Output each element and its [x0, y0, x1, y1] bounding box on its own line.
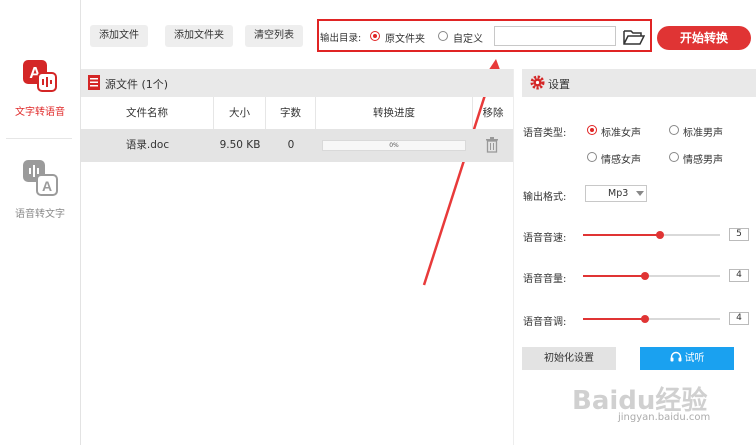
source-files-title: 源文件 (1个): [105, 78, 169, 91]
folder-open-icon[interactable]: [623, 28, 646, 49]
chevron-down-icon: [636, 191, 644, 196]
pitch-value[interactable]: 4: [729, 312, 749, 325]
document-icon: [88, 75, 100, 90]
pitch-slider-thumb[interactable]: [641, 315, 649, 323]
pitch-slider-fill: [583, 318, 645, 320]
nav-text-to-speech[interactable]: A 文字转语音: [0, 60, 80, 118]
radio-standard-male[interactable]: [669, 125, 679, 135]
col-header-size: 大小: [214, 97, 266, 129]
voice-standard-female-label: 标准女声: [601, 128, 641, 139]
radio-custom[interactable]: [438, 31, 448, 41]
file-name-cell: 语录.doc: [125, 139, 170, 151]
svg-text:A: A: [42, 178, 52, 194]
volume-slider-thumb[interactable]: [641, 272, 649, 280]
volume-label: 语音音量:: [523, 274, 567, 285]
headphones-icon: [670, 351, 681, 362]
clear-list-button[interactable]: 清空列表: [245, 25, 303, 47]
radio-emotional-male[interactable]: [669, 152, 679, 162]
file-words-cell: 0: [287, 139, 295, 151]
radio-standard-female[interactable]: [587, 125, 597, 135]
nav-label-speech-to-text: 语音转文字: [15, 209, 65, 220]
radio-custom-label: 自定义: [453, 34, 483, 45]
col-header-progress: 转换进度: [316, 97, 473, 129]
left-sidebar: A 文字转语音 A 语音转文字: [0, 0, 81, 445]
progress-bar: 0%: [322, 140, 466, 151]
add-folder-button[interactable]: 添加文件夹: [165, 25, 233, 47]
preview-label: 试听: [684, 353, 705, 364]
file-size-cell: 9.50 KB: [219, 139, 261, 151]
nav-divider: [6, 138, 72, 139]
speech-to-text-icon: A: [23, 160, 58, 196]
radio-original-folder[interactable]: [370, 31, 380, 41]
radio-original-folder-label: 原文件夹: [385, 34, 425, 45]
col-header-remove: 移除: [482, 107, 504, 119]
col-header-filename: 文件名称: [81, 97, 214, 129]
voice-type-label: 语音类型:: [523, 128, 567, 139]
speed-slider-thumb[interactable]: [656, 231, 664, 239]
format-label: 输出格式:: [523, 192, 567, 203]
panel-divider: [513, 69, 514, 445]
pitch-label: 语音音调:: [523, 317, 567, 328]
preview-button[interactable]: 试听: [640, 347, 734, 370]
speed-slider-fill: [583, 234, 660, 236]
trash-icon[interactable]: [485, 137, 499, 153]
output-dir-label: 输出目录:: [320, 33, 362, 44]
volume-value[interactable]: 4: [729, 269, 749, 282]
text-to-speech-icon: A: [23, 60, 57, 92]
radio-emotional-female[interactable]: [587, 152, 597, 162]
speed-label: 语音音速:: [523, 233, 567, 244]
settings-title: 设置: [548, 78, 570, 91]
start-convert-button[interactable]: 开始转换: [657, 26, 751, 50]
gear-icon: [530, 75, 545, 90]
speed-value[interactable]: 5: [729, 228, 749, 241]
format-value: Mp3: [608, 188, 629, 199]
volume-slider-fill: [583, 275, 645, 277]
add-file-button[interactable]: 添加文件: [90, 25, 148, 47]
voice-emotional-female-label: 情感女声: [601, 155, 641, 166]
nav-label-text-to-speech: 文字转语音: [15, 107, 65, 118]
output-path-input[interactable]: [494, 26, 616, 46]
reset-settings-button[interactable]: 初始化设置: [522, 347, 616, 370]
voice-emotional-male-label: 情感男声: [683, 155, 723, 166]
col-header-words: 字数: [266, 97, 316, 129]
voice-standard-male-label: 标准男声: [683, 128, 723, 139]
watermark-url: jingyan.baidu.com: [618, 412, 711, 423]
nav-speech-to-text[interactable]: A 语音转文字: [0, 160, 80, 220]
